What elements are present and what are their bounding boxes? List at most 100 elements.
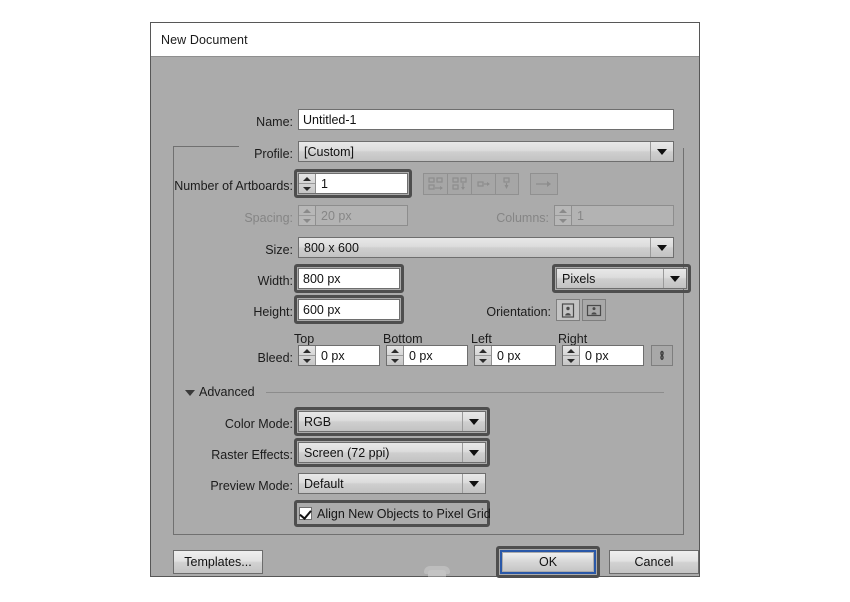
width-label: Width: (191, 274, 293, 288)
size-dropdown[interactable]: 800 x 600 (298, 237, 674, 258)
ok-button[interactable]: OK (503, 553, 593, 571)
triangle-up-icon (479, 349, 487, 353)
templates-button[interactable]: Templates... (173, 550, 263, 574)
name-input[interactable]: Untitled-1 (298, 109, 674, 130)
bleed-bottom-stepper-down[interactable] (387, 356, 403, 365)
columns-stepper: 1 (554, 205, 674, 226)
spacing-label: Spacing: (191, 211, 293, 225)
artboards-stepper-up[interactable] (299, 174, 315, 184)
profile-label: Profile: (191, 147, 293, 161)
bleed-top-stepper-down[interactable] (299, 356, 315, 365)
spacing-value: 20 px (316, 206, 407, 225)
profile-value: [Custom] (304, 145, 354, 159)
arrange-by-column-icon (452, 177, 468, 191)
bleed-top-value[interactable]: 0 px (316, 346, 379, 365)
triangle-down-icon (391, 359, 399, 363)
bleed-left-value[interactable]: 0 px (492, 346, 555, 365)
profile-dropdown[interactable]: [Custom] (298, 141, 674, 162)
chevron-down-icon (469, 450, 479, 456)
align-new-objects-to-pixel-grid-checkbox[interactable]: Align New Objects to Pixel Grid (299, 505, 485, 522)
bleed-left-stepper[interactable]: 0 px (474, 345, 556, 366)
portrait-orientation-icon (561, 303, 575, 318)
raster-effects-dropdown-arrow (462, 443, 485, 462)
name-label: Name: (191, 115, 293, 129)
bleed-right-label: Right (558, 332, 618, 346)
arrange-by-row-button[interactable] (423, 173, 447, 195)
align-pixel-grid-label: Align New Objects to Pixel Grid (317, 507, 491, 521)
arrange-by-column-button[interactable] (447, 173, 471, 195)
color-mode-label: Color Mode: (191, 417, 293, 431)
preview-mode-dropdown[interactable]: Default (298, 473, 486, 494)
width-input[interactable]: 800 px (298, 268, 400, 289)
triangle-down-icon (303, 219, 311, 223)
checkbox-box[interactable] (299, 507, 312, 520)
preview-mode-label: Preview Mode: (177, 479, 293, 493)
bleed-left-label: Left (471, 332, 531, 346)
artboards-stepper-arrows[interactable] (299, 174, 316, 193)
bleed-right-stepper-down[interactable] (563, 356, 579, 365)
orientation-label: Orientation: (463, 305, 551, 319)
color-mode-dropdown[interactable]: RGB (298, 411, 486, 432)
bleed-top-stepper-up[interactable] (299, 346, 315, 356)
columns-value: 1 (572, 206, 673, 225)
triangle-up-icon (567, 349, 575, 353)
arrange-single-row-icon (476, 177, 492, 191)
bleed-right-stepper-up[interactable] (563, 346, 579, 356)
triangle-up-icon (303, 349, 311, 353)
bleed-left-stepper-up[interactable] (475, 346, 491, 356)
chevron-down-icon (469, 419, 479, 425)
spacing-stepper-down (299, 216, 315, 225)
bleed-link-button[interactable] (651, 345, 673, 366)
triangle-down-icon (303, 359, 311, 363)
arrange-single-row-button[interactable] (471, 173, 495, 195)
size-dropdown-arrow (650, 238, 673, 257)
triangle-up-icon (559, 209, 567, 213)
spacing-stepper-up (299, 206, 315, 216)
dialog-body: Name: Untitled-1 Profile: [Custom] Numbe… (151, 57, 699, 577)
chevron-down-icon (657, 245, 667, 251)
bleed-left-stepper-arrows[interactable] (475, 346, 492, 365)
bleed-right-value[interactable]: 0 px (580, 346, 643, 365)
height-input[interactable]: 600 px (298, 299, 400, 320)
size-value: 800 x 600 (304, 241, 359, 255)
change-flow-direction-icon (534, 178, 554, 190)
bleed-bottom-stepper-arrows[interactable] (387, 346, 404, 365)
new-document-dialog: New Document Name: Untitled-1 Profile: [… (150, 22, 700, 577)
raster-effects-value: Screen (72 ppi) (304, 446, 389, 460)
arrange-single-column-button[interactable] (495, 173, 519, 195)
link-bleed-values-icon (656, 349, 668, 363)
dialog-title: New Document (151, 33, 248, 47)
cancel-button[interactable]: Cancel (609, 550, 699, 574)
orientation-portrait-button[interactable] (556, 299, 580, 321)
bleed-right-stepper[interactable]: 0 px (562, 345, 644, 366)
bleed-bottom-stepper-up[interactable] (387, 346, 403, 356)
triangle-down-icon (303, 187, 311, 191)
change-flow-direction-button[interactable] (530, 173, 558, 195)
triangle-down-icon (479, 359, 487, 363)
landscape-orientation-icon (586, 304, 602, 317)
columns-label: Columns: (479, 211, 549, 225)
orientation-landscape-button[interactable] (582, 299, 606, 321)
raster-effects-dropdown[interactable]: Screen (72 ppi) (298, 442, 486, 463)
preview-mode-value: Default (304, 477, 344, 491)
units-dropdown[interactable]: Pixels (556, 268, 687, 289)
columns-stepper-down (555, 216, 571, 225)
bleed-left-stepper-down[interactable] (475, 356, 491, 365)
raster-effects-label: Raster Effects: (177, 448, 293, 462)
bleed-bottom-stepper[interactable]: 0 px (386, 345, 468, 366)
columns-stepper-up (555, 206, 571, 216)
height-label: Height: (191, 305, 293, 319)
bleed-label: Bleed: (233, 351, 293, 365)
bleed-top-label: Top (294, 332, 354, 346)
bleed-top-stepper-arrows[interactable] (299, 346, 316, 365)
color-mode-value: RGB (304, 415, 331, 429)
disclosure-triangle-icon[interactable] (185, 390, 195, 396)
artboards-stepper-down[interactable] (299, 184, 315, 193)
bleed-bottom-value[interactable]: 0 px (404, 346, 467, 365)
number-of-artboards-value[interactable]: 1 (316, 174, 407, 193)
bleed-right-stepper-arrows[interactable] (563, 346, 580, 365)
chevron-down-icon (670, 276, 680, 282)
number-of-artboards-stepper[interactable]: 1 (298, 173, 408, 194)
bleed-top-stepper[interactable]: 0 px (298, 345, 380, 366)
color-mode-dropdown-arrow (462, 412, 485, 431)
